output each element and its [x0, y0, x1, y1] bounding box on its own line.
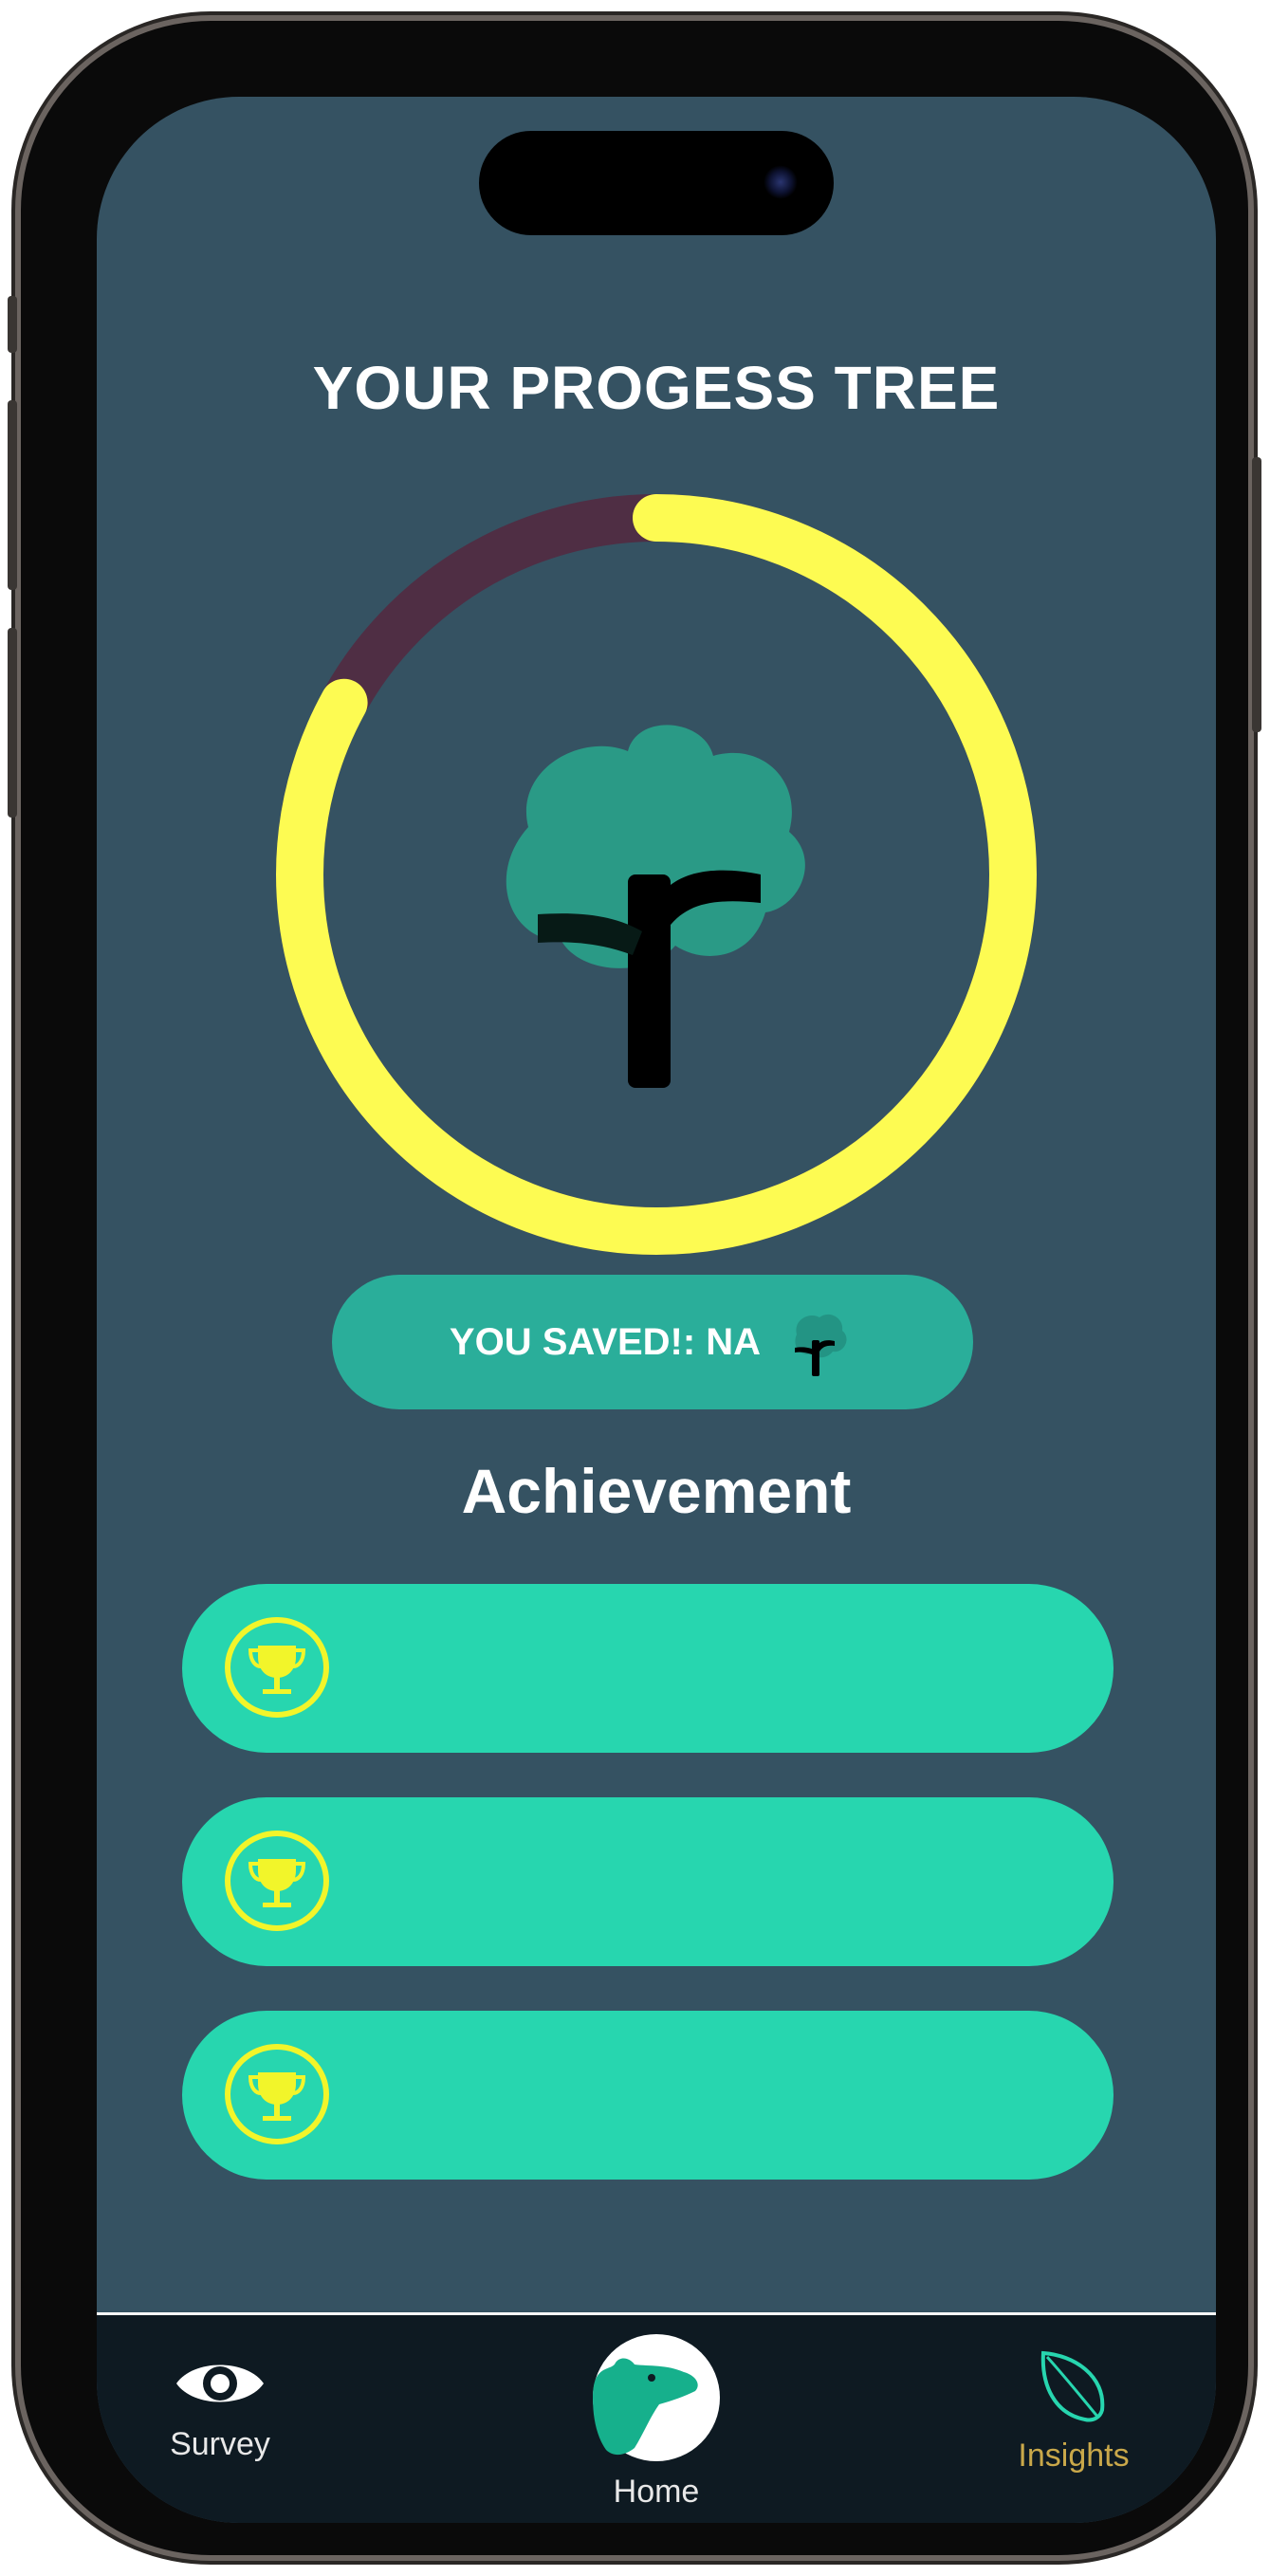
- achievement-card[interactable]: [182, 2011, 1114, 2180]
- trophy-icon: [225, 1831, 329, 1931]
- achievement-card[interactable]: [182, 1797, 1114, 1966]
- tab-home-label: Home: [613, 2474, 700, 2510]
- volume-down-button: [8, 628, 17, 818]
- tab-home[interactable]: Home: [576, 2334, 737, 2511]
- tab-survey-label: Survey: [170, 2426, 270, 2462]
- tab-insights[interactable]: Insights: [998, 2347, 1150, 2475]
- eye-icon: [176, 2364, 264, 2402]
- tab-bar: Survey Home Insights: [97, 2312, 1216, 2523]
- camera-icon: [764, 165, 798, 199]
- progress-ring: [276, 494, 1037, 1255]
- saved-badge: YOU SAVED!: NA: [332, 1275, 973, 1409]
- trophy-icon: [225, 1617, 329, 1718]
- saved-label: YOU SAVED!: NA: [449, 1320, 762, 1363]
- power-button: [1252, 457, 1261, 732]
- achievement-heading: Achievement: [461, 1456, 852, 1526]
- page-title: YOUR PROGESS TREE: [312, 354, 1001, 422]
- app-screen: YOUR PROGESS TREE YOU SAVED!: NA Achieve…: [97, 97, 1216, 2523]
- dynamic-island: [479, 131, 834, 235]
- tree-icon: [506, 725, 805, 1088]
- volume-up-button: [8, 400, 17, 590]
- action-button: [8, 296, 17, 353]
- trophy-icon: [225, 2044, 329, 2144]
- tree-icon: [795, 1314, 847, 1376]
- tab-insights-label: Insights: [1018, 2438, 1130, 2474]
- leaf-icon: [1040, 2350, 1105, 2422]
- achievement-card[interactable]: [182, 1584, 1114, 1753]
- bear-icon: [593, 2334, 720, 2461]
- tab-survey[interactable]: Survey: [144, 2353, 296, 2463]
- phone-frame: YOUR PROGESS TREE YOU SAVED!: NA Achieve…: [8, 21, 1261, 2555]
